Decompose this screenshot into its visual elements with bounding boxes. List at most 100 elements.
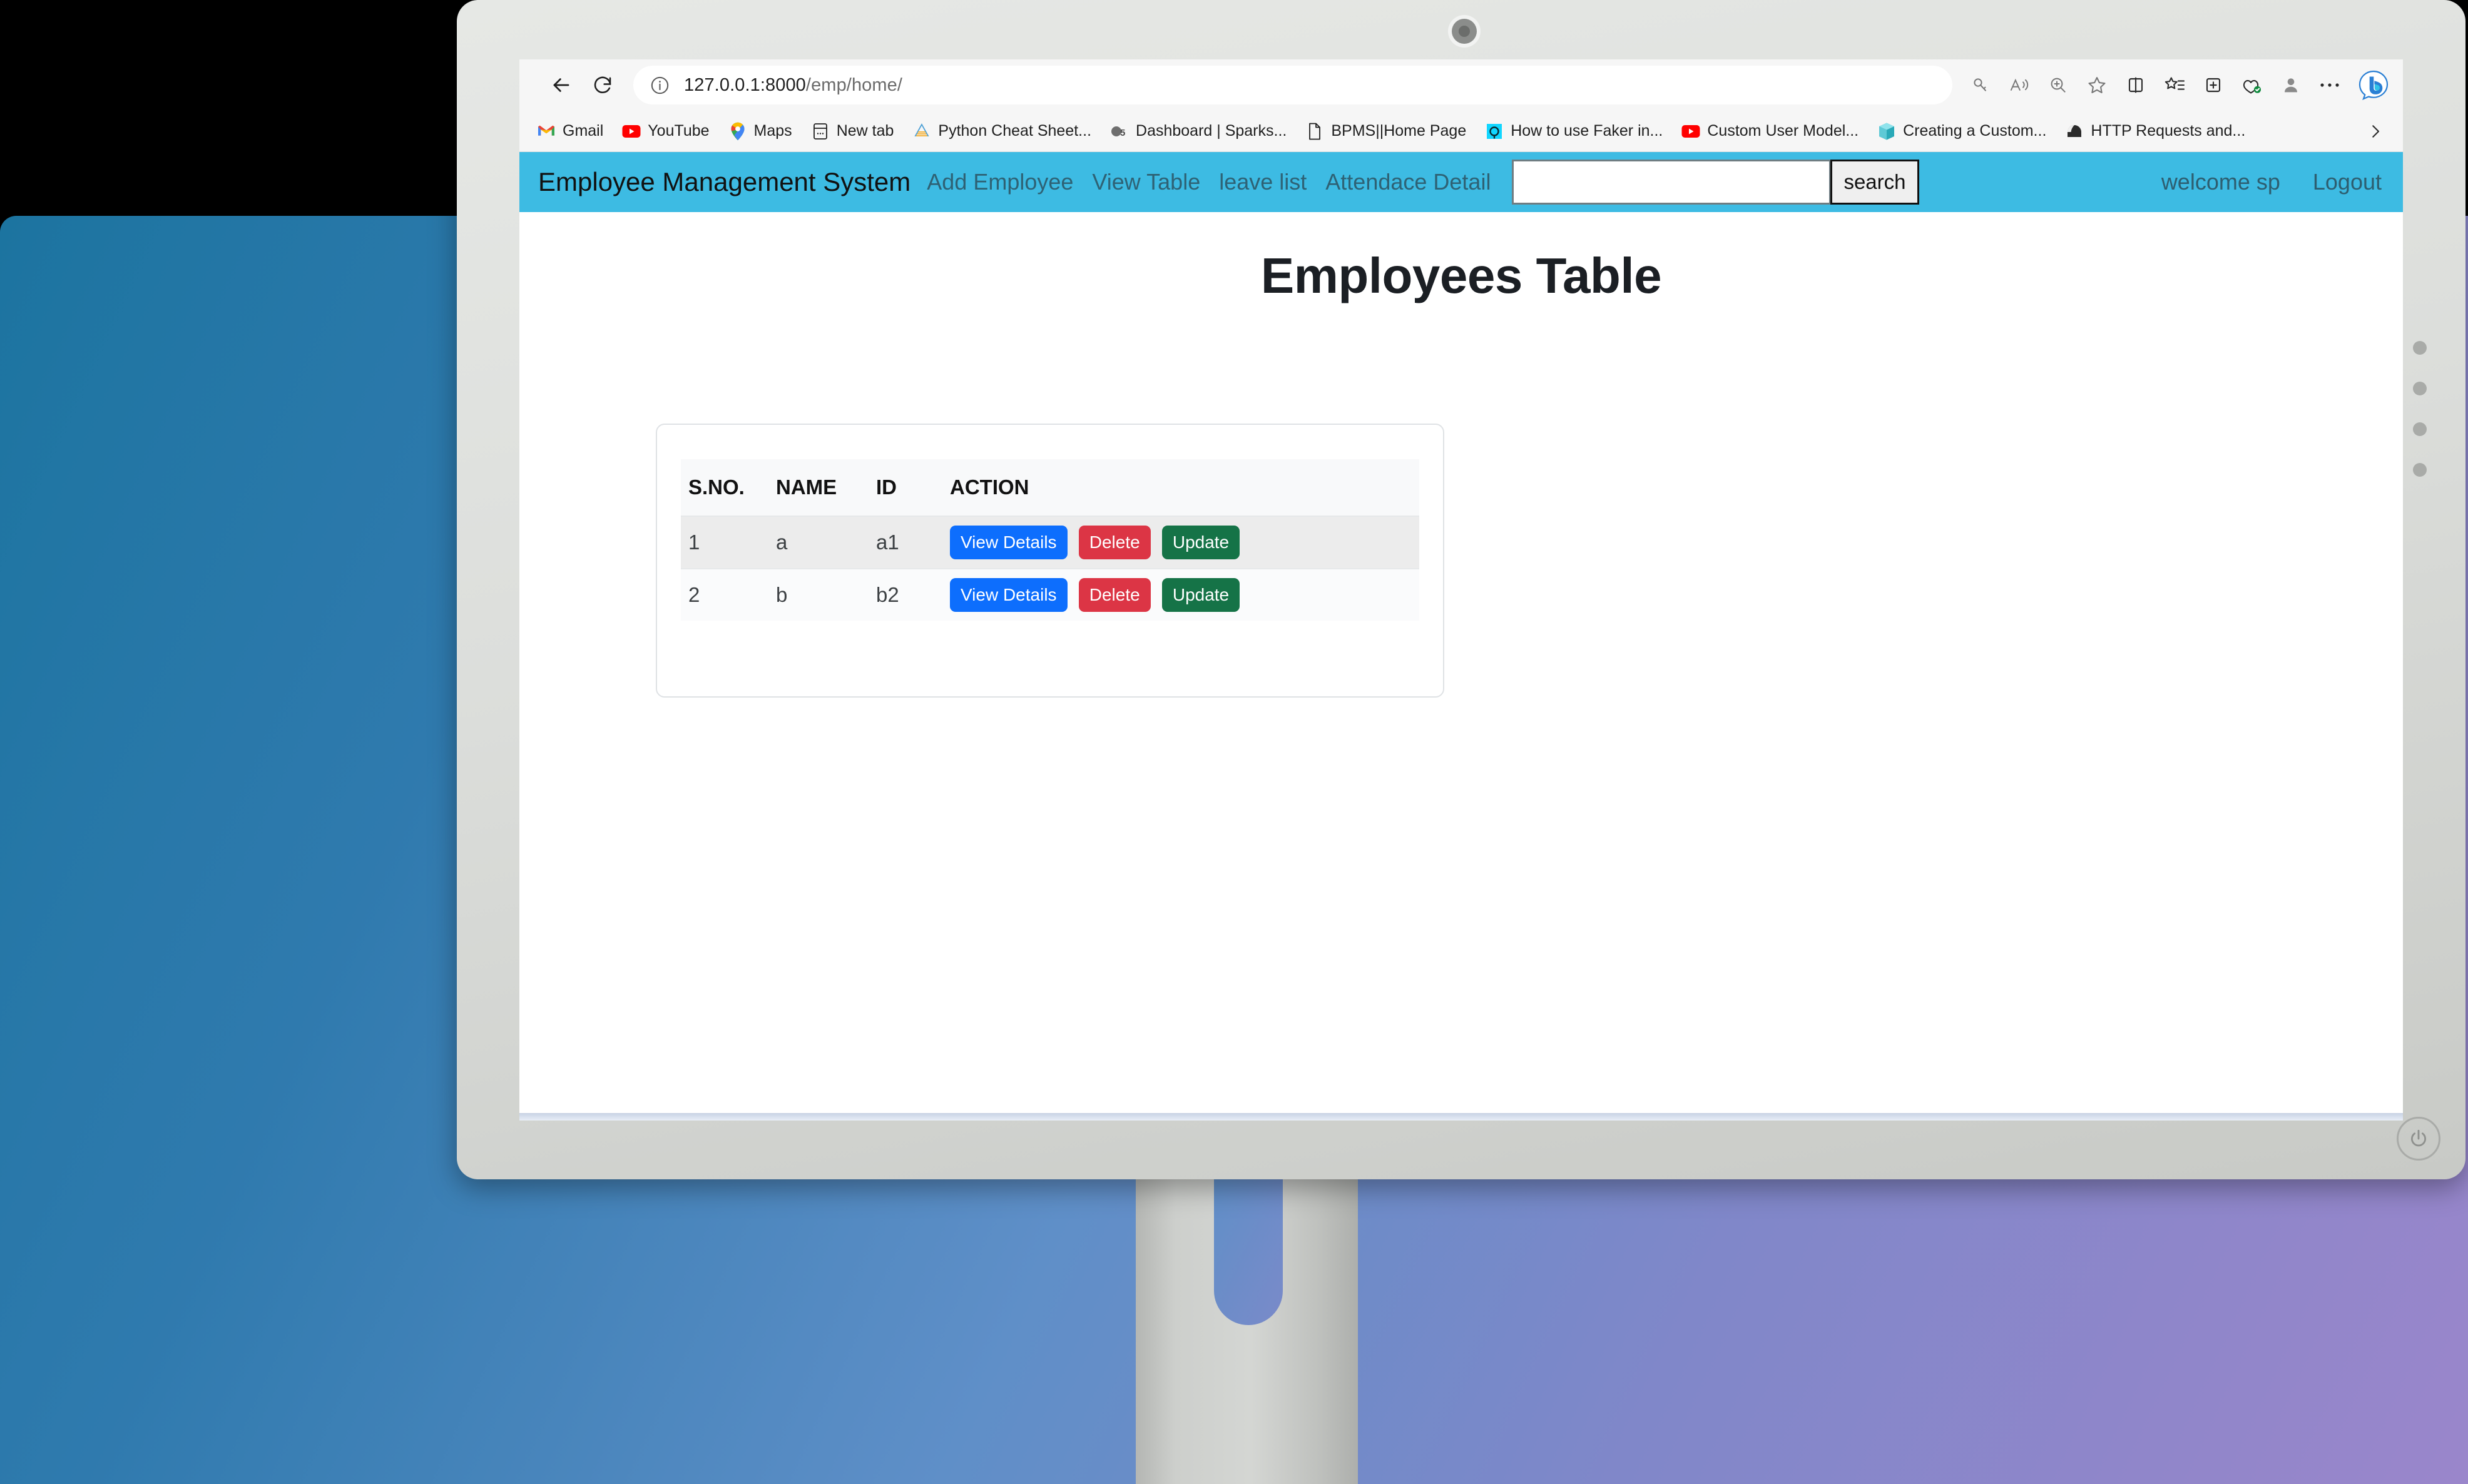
browser-essentials-icon[interactable] [2233, 66, 2272, 104]
browser-toolbar: 127.0.0.1:8000/emp/home/ [519, 59, 2403, 111]
column-header-id: ID [876, 475, 897, 499]
monitor-stand-notch [1214, 1169, 1283, 1325]
bookmark-label: YouTube [648, 122, 710, 140]
bookmark-label: Creating a Custom... [1903, 122, 2047, 140]
app-brand[interactable]: Employee Management System [538, 167, 910, 197]
profile-icon[interactable] [2272, 66, 2310, 104]
faker-icon [1485, 122, 1504, 141]
search-button[interactable]: search [1830, 160, 1919, 205]
bookmarks-bar: Gmail YouTube Maps New tab Python Cheat … [519, 111, 2403, 152]
nav-link-view-table[interactable]: View Table [1092, 169, 1200, 195]
table-row: 2 b b2 View Details Delete Update [681, 568, 1419, 621]
back-arrow-icon[interactable] [541, 64, 582, 106]
sparks-dashboard-icon: 5 [1110, 122, 1129, 141]
cell-sno: 2 [681, 568, 776, 621]
bookmark-label: Gmail [563, 122, 604, 140]
cube-icon [1877, 122, 1896, 141]
bookmark-http-requests[interactable]: HTTP Requests and... [2065, 122, 2245, 141]
favorite-star-icon[interactable] [2078, 66, 2116, 104]
bookmark-creating-a-custom[interactable]: Creating a Custom... [1877, 122, 2046, 141]
info-icon[interactable] [650, 75, 670, 96]
url-text: 127.0.0.1:8000/emp/home/ [684, 75, 902, 96]
search-form: search [1512, 160, 1919, 205]
add-to-browser-icon[interactable] [2194, 66, 2233, 104]
cell-sno: 1 [681, 516, 776, 569]
collections-icon[interactable] [2155, 66, 2194, 104]
bookmark-custom-user-model[interactable]: Custom User Model... [1681, 122, 1859, 141]
bookmark-label: BPMS||Home Page [1331, 122, 1467, 140]
nav-link-attendace-detail[interactable]: Attendace Detail [1325, 169, 1491, 195]
power-icon[interactable] [2397, 1117, 2440, 1161]
read-aloud-icon[interactable] [2000, 66, 2039, 104]
search-input[interactable] [1512, 160, 1832, 205]
employees-table: S.NO. NAME ID ACTION 1 a a1 View Details… [681, 459, 1419, 621]
webcam-icon [1452, 19, 1477, 44]
chevron-right-icon[interactable] [2358, 111, 2393, 152]
welcome-user-label: welcome sp [2161, 169, 2280, 195]
http-requests-icon [2065, 122, 2084, 141]
bookmark-new-tab[interactable]: New tab [811, 122, 894, 141]
cell-name: a [776, 516, 876, 569]
bookmark-youtube[interactable]: YouTube [622, 122, 710, 141]
cell-actions: View Details Delete Update [950, 516, 1419, 569]
bookmark-label: New tab [836, 122, 894, 140]
bing-copilot-icon[interactable] [2353, 64, 2394, 106]
url-path: /emp/home/ [805, 74, 903, 95]
update-button[interactable]: Update [1161, 578, 1240, 612]
column-header-name: NAME [776, 475, 837, 499]
python-cheatsheet-icon [912, 122, 931, 141]
update-button[interactable]: Update [1161, 526, 1240, 559]
monitor: 127.0.0.1:8000/emp/home/ Gmail YouTube M… [457, 0, 2465, 1179]
table-row: 1 a a1 View Details Delete Update [681, 516, 1419, 569]
view-details-button[interactable]: View Details [950, 526, 1068, 559]
bookmark-gmail[interactable]: Gmail [537, 122, 603, 141]
bookmark-label: Python Cheat Sheet... [938, 122, 1092, 140]
bezel-control-dot-3[interactable] [2413, 422, 2427, 436]
column-header-action: ACTION [950, 475, 1029, 499]
logout-link[interactable]: Logout [2313, 169, 2382, 195]
svg-text:5: 5 [1120, 128, 1125, 138]
address-bar[interactable]: 127.0.0.1:8000/emp/home/ [633, 66, 1952, 104]
app-navbar: Employee Management System Add Employee … [519, 152, 2403, 212]
bezel-control-dot-1[interactable] [2413, 341, 2427, 355]
new-tab-icon [811, 122, 830, 141]
reload-icon[interactable] [582, 64, 623, 106]
bookmark-label: Maps [753, 122, 792, 140]
cell-id: a1 [876, 516, 950, 569]
employees-table-card: S.NO. NAME ID ACTION 1 a a1 View Details… [656, 424, 1444, 698]
desktop-scene: 127.0.0.1:8000/emp/home/ Gmail YouTube M… [0, 0, 2468, 1484]
password-key-icon[interactable] [1961, 66, 2000, 104]
bookmark-faker[interactable]: How to use Faker in... [1485, 122, 1663, 141]
bookmark-sparks-dashboard[interactable]: 5 Dashboard | Sparks... [1110, 122, 1287, 141]
web-page: Employee Management System Add Employee … [519, 152, 2403, 1120]
bookmark-bpms-home[interactable]: BPMS||Home Page [1305, 122, 1466, 141]
url-host: 127.0.0.1:8000 [684, 74, 806, 95]
google-maps-icon [728, 122, 747, 141]
bookmark-maps[interactable]: Maps [728, 122, 792, 141]
delete-button[interactable]: Delete [1078, 526, 1151, 559]
table-header-row: S.NO. NAME ID ACTION [681, 459, 1419, 516]
bezel-control-dot-2[interactable] [2413, 382, 2427, 395]
bookmark-python-cheatsheet[interactable]: Python Cheat Sheet... [912, 122, 1091, 141]
zoom-icon[interactable] [2039, 66, 2078, 104]
view-details-button[interactable]: View Details [950, 578, 1068, 612]
nav-link-add-employee[interactable]: Add Employee [927, 169, 1073, 195]
page-title: Employees Table [1260, 248, 1662, 303]
split-screen-icon[interactable] [2116, 66, 2155, 104]
delete-button[interactable]: Delete [1078, 578, 1151, 612]
column-header-sno: S.NO. [688, 475, 745, 499]
bookmark-label: HTTP Requests and... [2091, 122, 2246, 140]
cell-actions: View Details Delete Update [950, 568, 1419, 621]
cell-name: b [776, 568, 876, 621]
navbar-right: welcome sp Logout [2129, 169, 2382, 195]
bookmark-label: How to use Faker in... [1511, 122, 1663, 140]
nav-link-leave-list[interactable]: leave list [1219, 169, 1307, 195]
document-icon [1305, 122, 1324, 141]
bookmark-label: Custom User Model... [1707, 122, 1859, 140]
cell-id: b2 [876, 568, 950, 621]
bookmark-label: Dashboard | Sparks... [1136, 122, 1287, 140]
youtube-icon [1681, 122, 1700, 141]
bezel-control-dot-4[interactable] [2413, 463, 2427, 477]
screen-bottom-edge [519, 1113, 2403, 1121]
settings-and-more-icon[interactable] [2310, 66, 2349, 104]
